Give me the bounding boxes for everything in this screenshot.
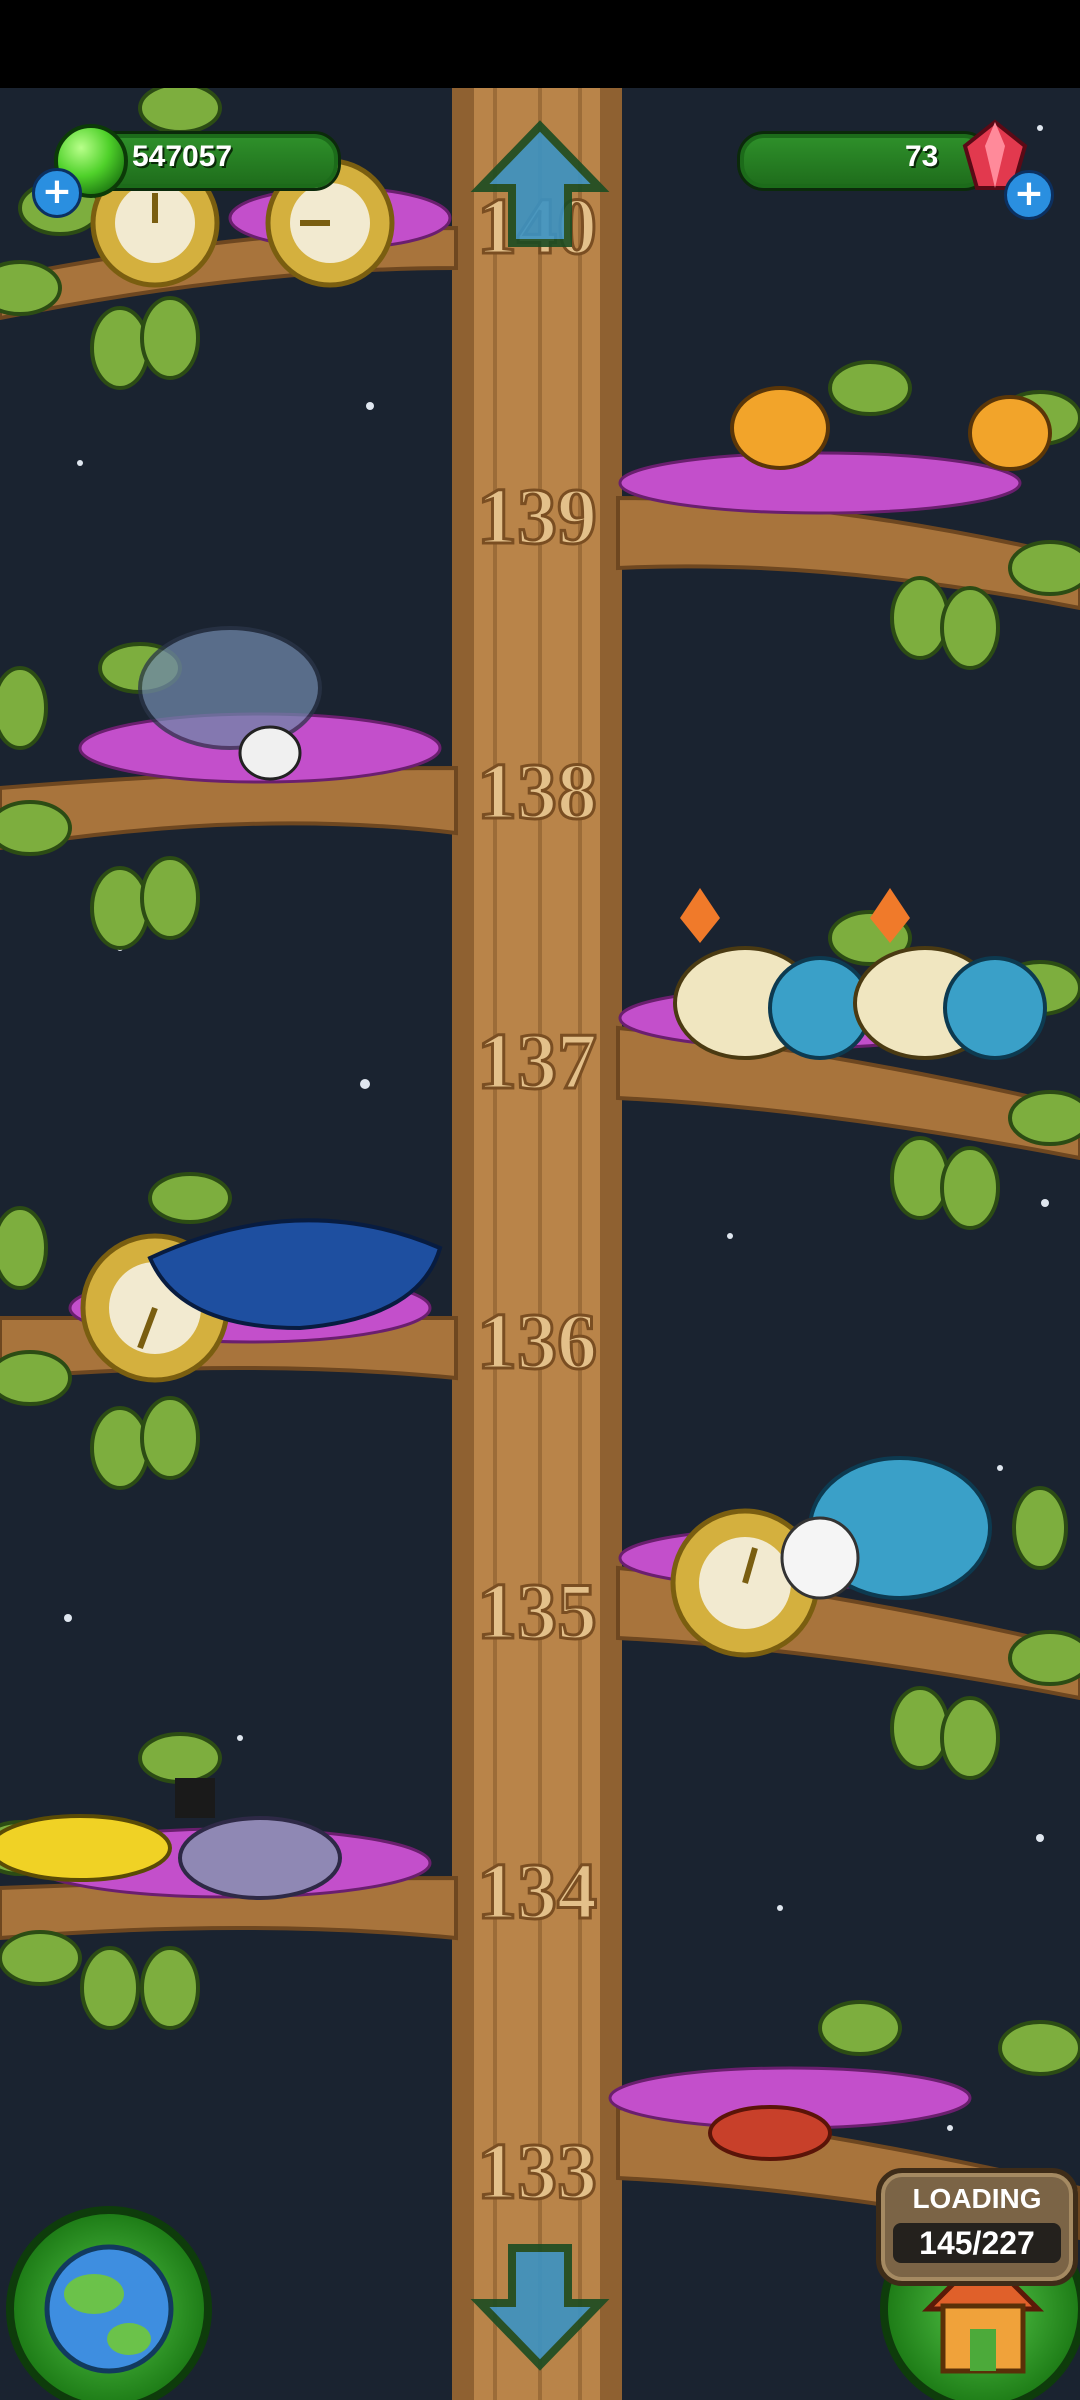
arrow-down-icon[interactable] [470,2238,610,2373]
tree-scene: 140 139 138 137 136 135 134 133 [0,88,1080,2400]
snail-creature[interactable] [0,1814,172,1882]
level-label: 133 [477,2128,597,2216]
plus-icon[interactable]: + [1004,170,1054,220]
gems-value: 73 [905,140,939,173]
game-scene: 140 139 138 137 136 135 134 133 [0,88,1080,2400]
arrow-up-icon[interactable] [470,118,610,253]
level-label: 136 [477,1298,597,1386]
globe-icon [44,2244,174,2374]
level-label: 139 [477,473,597,561]
globe-button[interactable] [6,2206,212,2400]
loading-label: LOADING [912,2183,1042,2214]
dragon-creature[interactable] [780,1456,992,1600]
plus-icon[interactable]: + [32,168,82,218]
coins-value: 547057 [132,140,233,173]
level-label: 138 [477,748,597,836]
gems-bar [740,134,988,188]
level-label: 134 [477,1848,597,1936]
level-label: 137 [477,1018,597,1106]
status-bar [0,0,1080,88]
tree-trunk [452,88,622,2400]
rat-creature[interactable] [175,1778,342,1900]
starfish-creature[interactable] [708,2105,832,2161]
loading-progress: 145/227 [893,2223,1061,2263]
level-label: 135 [477,1568,597,1656]
loading-badge: LOADING 145/227 [876,2168,1078,2286]
